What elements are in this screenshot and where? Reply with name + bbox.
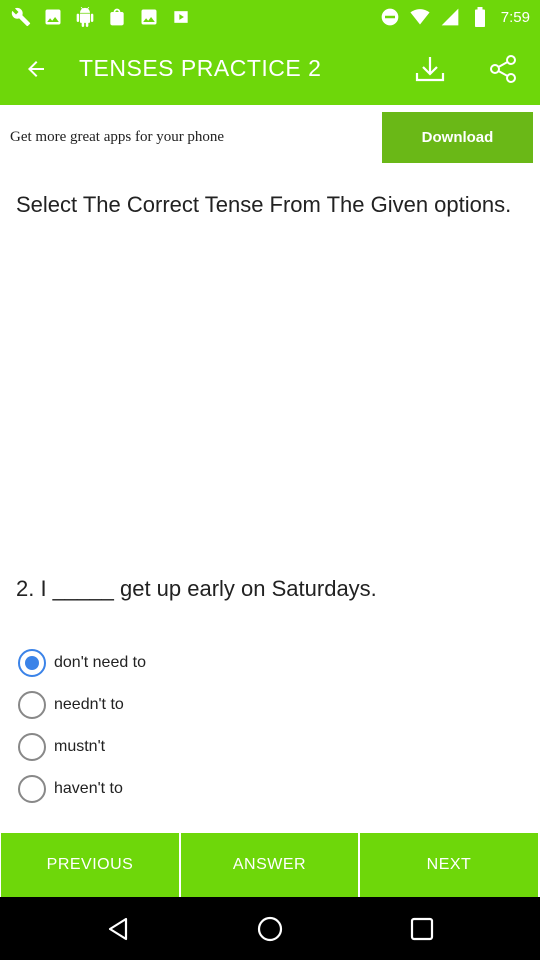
option-label: mustn't: [54, 738, 106, 755]
radio-button[interactable]: [18, 691, 46, 719]
option-neednt-to[interactable]: needn't to: [18, 684, 146, 726]
instruction-text: Select The Correct Tense From The Given …: [16, 192, 512, 217]
nav-back-button[interactable]: [98, 909, 138, 949]
recents-square-icon: [410, 917, 434, 941]
bag-icon: [106, 6, 128, 28]
system-nav-bar: [0, 897, 540, 960]
download-button[interactable]: [410, 49, 450, 89]
status-time: 7:59: [500, 8, 530, 26]
radio-button[interactable]: [18, 733, 46, 761]
app-bar: TENSES PRACTICE 2: [0, 33, 540, 105]
wrench-icon: [10, 6, 32, 28]
previous-button[interactable]: PREVIOUS: [1, 833, 179, 897]
radio-button[interactable]: [18, 775, 46, 803]
ad-download-button[interactable]: Download: [382, 112, 533, 163]
share-icon: [490, 55, 516, 83]
image-icon: [138, 6, 160, 28]
ad-banner: Get more great apps for your phone Downl…: [0, 105, 540, 169]
option-label: needn't to: [54, 696, 124, 713]
option-dont-need-to[interactable]: don't need to: [18, 642, 146, 684]
next-button[interactable]: NEXT: [360, 833, 538, 897]
cellular-icon: [439, 6, 461, 28]
arrow-back-icon: [28, 61, 44, 77]
play-icon: [170, 6, 192, 28]
android-icon: [74, 6, 96, 28]
ad-text: Get more great apps for your phone: [10, 129, 225, 145]
image-icon: [42, 6, 64, 28]
back-triangle-icon: [108, 917, 128, 941]
download-icon: [415, 57, 445, 82]
do-not-disturb-icon: [379, 6, 401, 28]
nav-recents-button[interactable]: [402, 909, 442, 949]
wifi-icon: [409, 6, 431, 28]
action-bar: PREVIOUS ANSWER NEXT: [0, 833, 540, 897]
option-mustnt[interactable]: mustn't: [18, 726, 146, 768]
answer-button[interactable]: ANSWER: [181, 833, 358, 897]
option-label: don't need to: [54, 654, 147, 671]
battery-icon: [469, 6, 491, 28]
status-bar: 7:59: [0, 0, 540, 33]
share-button[interactable]: [483, 49, 523, 89]
radio-button-checked[interactable]: [18, 649, 46, 677]
option-label: haven't to: [54, 780, 123, 797]
question-text: 2. I _____ get up early on Saturdays.: [16, 576, 377, 601]
answer-options: don't need to needn't to mustn't haven't…: [18, 642, 146, 810]
nav-home-button[interactable]: [250, 909, 290, 949]
option-havent-to[interactable]: haven't to: [18, 768, 146, 810]
home-circle-icon: [257, 916, 283, 942]
page-title: TENSES PRACTICE 2: [79, 55, 322, 81]
back-button[interactable]: [16, 49, 56, 89]
